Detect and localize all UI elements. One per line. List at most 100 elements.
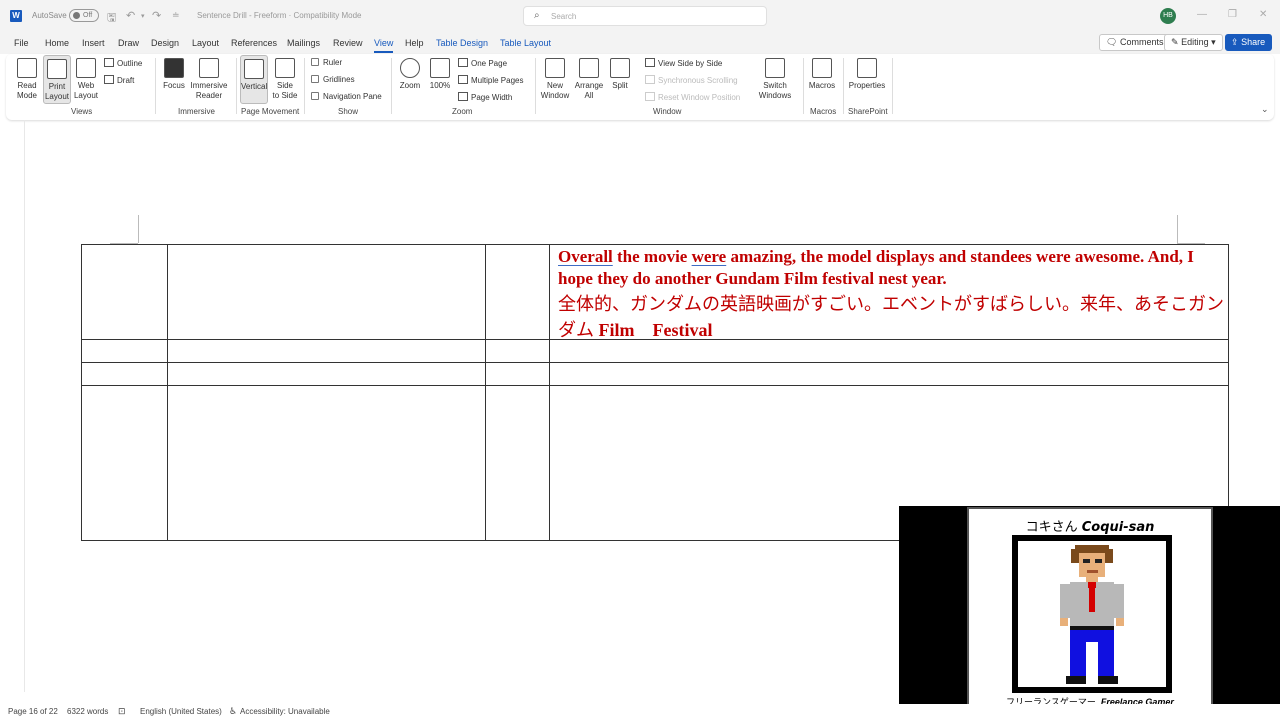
switch-windows-button[interactable]: Switch Windows <box>756 58 794 101</box>
new-window-button[interactable]: New Window <box>540 58 570 101</box>
arrange-all-label: Arrange All <box>574 81 604 100</box>
minimize-icon[interactable]: — <box>1197 9 1207 20</box>
reset-window-position-button[interactable]: Reset Window Position <box>645 92 740 102</box>
zoom-button[interactable]: Zoom <box>397 58 423 91</box>
draft-label: Draft <box>117 76 135 85</box>
undo-icon[interactable]: ↶ <box>126 9 135 22</box>
group-divider <box>535 58 536 114</box>
tab-table-design[interactable]: Table Design <box>436 38 488 48</box>
tab-view[interactable]: View <box>374 38 394 53</box>
immersive-reader-button[interactable]: Immersive Reader <box>189 58 229 101</box>
one-page-button[interactable]: One Page <box>458 58 507 68</box>
comments-button[interactable]: 🗨 Comments <box>1099 34 1171 51</box>
page-count[interactable]: Page 16 of 22 <box>8 707 58 716</box>
customize-qat-icon[interactable]: ≐ <box>172 10 180 21</box>
gridlines-checkbox[interactable]: Gridlines <box>311 75 355 84</box>
document-title[interactable]: Sentence Drill - Freeform · Compatibilit… <box>197 11 362 20</box>
share-icon: ⇪ <box>1231 37 1239 47</box>
autosave-label: AutoSave <box>32 11 67 20</box>
tab-insert[interactable]: Insert <box>82 38 105 48</box>
crop-mark <box>1177 215 1178 243</box>
navigation-pane-checkbox[interactable]: Navigation Pane <box>311 92 382 101</box>
collapse-ribbon-icon[interactable]: ⌄ <box>1261 104 1269 115</box>
cell-text-en-3: were <box>691 247 727 266</box>
table-row-border <box>82 362 1228 363</box>
group-divider <box>892 58 893 114</box>
arrange-all-icon <box>579 58 599 78</box>
synchronous-scrolling-label: Synchronous Scrolling <box>658 76 738 85</box>
cell-text-jp-tail: Film Festival <box>594 320 713 340</box>
table-cell-text[interactable]: Overall the movie were amazing, the mode… <box>558 246 1228 343</box>
close-icon[interactable]: ✕ <box>1259 9 1267 20</box>
group-divider <box>236 58 237 114</box>
page-width-label: Page Width <box>471 93 513 102</box>
web-layout-button[interactable]: Web Layout <box>72 58 100 101</box>
card-title-en: Coqui-san <box>1081 520 1155 535</box>
cell-text-jp-line: 全体的、ガンダムの英語映画がすごい。エベントがすばらしい。来年、あそこガンダム … <box>558 291 1228 343</box>
document-table[interactable]: Overall the movie were amazing, the mode… <box>81 244 1229 541</box>
focus-label: Focus <box>163 81 185 90</box>
macros-button[interactable]: Macros <box>807 58 837 91</box>
print-layout-button[interactable]: Print Layout <box>43 55 71 104</box>
ruler-checkbox[interactable]: Ruler <box>311 58 342 67</box>
accessibility-status[interactable]: Accessibility: Unavailable <box>240 707 330 716</box>
split-label: Split <box>612 81 628 90</box>
table-column-border <box>167 245 168 540</box>
side-to-side-button[interactable]: Side to Side <box>270 58 300 101</box>
word-app-icon: W <box>10 10 22 22</box>
draft-button[interactable]: Draft <box>104 75 134 85</box>
zoom-100-button[interactable]: 100% <box>427 58 453 91</box>
ruler-label: Ruler <box>323 58 343 67</box>
outline-button[interactable]: Outline <box>104 58 142 68</box>
read-mode-button[interactable]: Read Mode <box>12 58 42 101</box>
ribbon-view: Read Mode Print Layout Web Layout Outlin… <box>6 54 1274 120</box>
word-count[interactable]: 6322 words <box>67 707 108 716</box>
focus-button[interactable]: Focus <box>161 58 187 91</box>
tab-layout[interactable]: Layout <box>192 38 219 48</box>
sharepoint-group-label: SharePoint <box>848 107 888 116</box>
restore-icon[interactable]: ❐ <box>1228 9 1237 20</box>
view-side-by-side-button[interactable]: View Side by Side <box>645 58 722 68</box>
proofing-icon[interactable]: ⊡ <box>118 706 126 717</box>
tab-review[interactable]: Review <box>333 38 363 48</box>
hundred-percent-icon <box>430 58 450 78</box>
cell-text-en-1: Overall <box>558 247 613 266</box>
tab-file[interactable]: File <box>14 38 29 48</box>
tab-references[interactable]: References <box>231 38 277 48</box>
group-divider <box>803 58 804 114</box>
immersive-reader-label: Immersive Reader <box>190 81 228 100</box>
save-icon[interactable]: 🖫 <box>107 9 116 28</box>
navigation-pane-label: Navigation Pane <box>323 92 382 101</box>
immersive-group-label: Immersive <box>178 107 215 116</box>
outline-label: Outline <box>117 59 143 68</box>
multiple-pages-button[interactable]: Multiple Pages <box>458 75 523 85</box>
tab-table-layout[interactable]: Table Layout <box>500 38 551 48</box>
tab-home[interactable]: Home <box>45 38 69 48</box>
tab-design[interactable]: Design <box>151 38 179 48</box>
language-status[interactable]: English (United States) <box>140 707 222 716</box>
side-to-side-label: Side to Side <box>272 81 298 100</box>
user-avatar[interactable]: HB <box>1160 8 1176 24</box>
undo-dropdown-icon[interactable]: ▾ <box>141 12 145 20</box>
tab-help[interactable]: Help <box>405 38 424 48</box>
page-width-button[interactable]: Page Width <box>458 92 512 102</box>
zoom-label: Zoom <box>399 81 421 90</box>
autosave-toggle[interactable]: Off <box>69 9 99 22</box>
editing-mode-button[interactable]: ✎ Editing ▾ <box>1164 34 1223 51</box>
search-box[interactable]: ⌕ Search <box>523 6 767 26</box>
split-button[interactable]: Split <box>608 58 632 91</box>
gridlines-label: Gridlines <box>323 75 355 84</box>
group-divider <box>391 58 392 114</box>
share-button[interactable]: ⇪ Share <box>1225 34 1272 51</box>
table-column-border <box>549 245 550 540</box>
vertical-button[interactable]: Vertical <box>240 55 268 104</box>
tab-draw[interactable]: Draw <box>118 38 139 48</box>
synchronous-scrolling-button[interactable]: Synchronous Scrolling <box>645 75 738 85</box>
properties-button[interactable]: Properties <box>847 58 887 91</box>
read-mode-icon <box>17 58 37 78</box>
split-icon <box>610 58 630 78</box>
arrange-all-button[interactable]: Arrange All <box>572 58 606 101</box>
status-bar: Page 16 of 22 6322 words ⊡ English (Unit… <box>0 704 1280 720</box>
redo-icon[interactable]: ↷ <box>152 9 161 22</box>
tab-mailings[interactable]: Mailings <box>287 38 320 48</box>
